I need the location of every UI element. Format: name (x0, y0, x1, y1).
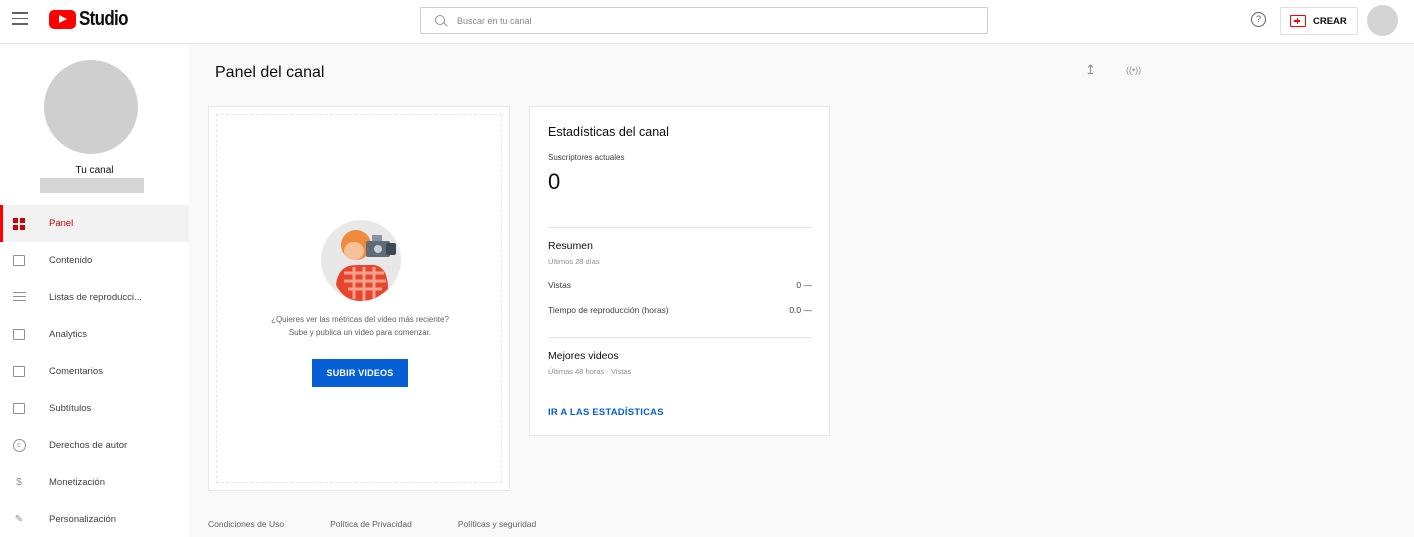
camera-illustration (321, 220, 401, 301)
search-icon (435, 14, 447, 27)
sidebar-item-playlists[interactable]: Listas de reproducci... (0, 279, 189, 316)
sidebar-nav: Panel Contenido Listas de reproducci... … (0, 205, 189, 537)
summary-title: Resumen (548, 240, 593, 252)
sidebar-item-copyright[interactable]: c Derechos de autor (0, 427, 189, 464)
sidebar-item-label: Listas de reproducci... (49, 292, 142, 303)
sidebar-item-label: Analytics (49, 329, 88, 340)
metric-row-views: Vistas 0 — (548, 280, 812, 290)
dashboard-icon (12, 217, 26, 231)
metric-label: Tiempo de reproducción (horas) (548, 305, 669, 315)
subtitles-icon (12, 402, 26, 416)
help-icon[interactable]: ? (1251, 12, 1266, 27)
latest-video-card: ¿Quieres ver las métricas del video más … (208, 106, 510, 491)
divider (548, 227, 812, 228)
sidebar-item-label: Contenido (49, 255, 93, 266)
top-videos-title: Mejores videos (548, 350, 619, 362)
stats-title: Estadísticas del canal (548, 125, 669, 139)
youtube-logo-icon (49, 10, 76, 29)
copyright-icon: c (12, 439, 26, 453)
metric-value: 0 — (796, 280, 812, 290)
upload-videos-button[interactable]: SUBIR VIDEOS (312, 359, 408, 387)
privacy-link[interactable]: Política de Privacidad (330, 519, 412, 529)
analytics-icon (12, 328, 26, 342)
sidebar-item-label: Comentarios (49, 366, 103, 377)
sidebar-item-label: Personalización (49, 514, 117, 525)
sidebar-item-label: Monetización (49, 477, 105, 488)
sidebar-item-comments[interactable]: Comentarios (0, 353, 189, 390)
sidebar-item-panel[interactable]: Panel (0, 205, 189, 242)
upload-icon[interactable]: ↥ (1085, 62, 1096, 78)
sidebar-item-subtitles[interactable]: Subtítulos (0, 390, 189, 427)
divider (548, 337, 812, 338)
sidebar-item-label: Panel (49, 218, 74, 229)
upload-prompt-line1: ¿Quieres ver las métricas del video más … (271, 315, 449, 324)
sidebar-item-label: Subtítulos (49, 403, 92, 414)
sidebar-item-content[interactable]: Contenido (0, 242, 189, 279)
comments-icon (12, 365, 26, 379)
sidebar-item-label: Derechos de autor (49, 440, 128, 451)
upload-prompt-line2: Sube y publica un video para comenzar. (288, 328, 432, 337)
upload-prompt-text: ¿Quieres ver las métricas del video más … (209, 313, 511, 339)
create-label: CREAR (1313, 15, 1347, 27)
account-avatar[interactable] (1367, 5, 1398, 36)
create-button[interactable]: CREAR (1280, 7, 1358, 35)
sidebar-item-monetization[interactable]: $ Monetización (0, 464, 189, 501)
go-to-analytics-link[interactable]: IR A LAS ESTADÍSTICAS (548, 407, 664, 418)
brand-name: Studio (79, 8, 128, 30)
content-icon (12, 254, 26, 268)
metric-label: Vistas (548, 280, 571, 290)
policy-safety-link[interactable]: Políticas y seguridad (458, 519, 536, 529)
customization-icon: ✎ (14, 514, 24, 525)
playlist-icon (12, 291, 26, 305)
sidebar-item-analytics[interactable]: Analytics (0, 316, 189, 353)
metric-value: 0.0 — (789, 305, 812, 315)
sidebar: Tu canal Panel Contenido Listas de repro… (0, 45, 189, 537)
top-bar: Studio ? CREAR (0, 0, 1414, 44)
channel-handle-placeholder (40, 178, 144, 193)
monetization-icon: $ (16, 477, 22, 488)
page-title: Panel del canal (215, 64, 325, 81)
summary-period: Últimos 28 días (548, 257, 600, 266)
search-input[interactable] (457, 15, 957, 26)
subscribers-count: 0 (548, 169, 561, 194)
menu-icon[interactable] (12, 12, 28, 26)
channel-avatar[interactable] (44, 60, 138, 154)
channel-stats-card: Estadísticas del canal Suscriptores actu… (529, 106, 830, 436)
channel-name: Tu canal (75, 165, 114, 176)
studio-logo[interactable]: Studio (49, 8, 136, 31)
footer: Condiciones de Uso Política de Privacida… (208, 519, 582, 529)
terms-link[interactable]: Condiciones de Uso (208, 519, 284, 529)
metric-row-watch-time: Tiempo de reproducción (horas) 0.0 — (548, 305, 812, 315)
create-video-icon (1290, 15, 1306, 27)
live-stream-icon[interactable]: ((•)) (1126, 65, 1141, 75)
subscribers-label: Suscriptores actuales (548, 153, 625, 162)
top-videos-subtitle: Últimas 48 horas · Vistas (548, 367, 632, 376)
sidebar-item-customization[interactable]: ✎ Personalización (0, 501, 189, 537)
search-bar[interactable] (420, 7, 988, 34)
